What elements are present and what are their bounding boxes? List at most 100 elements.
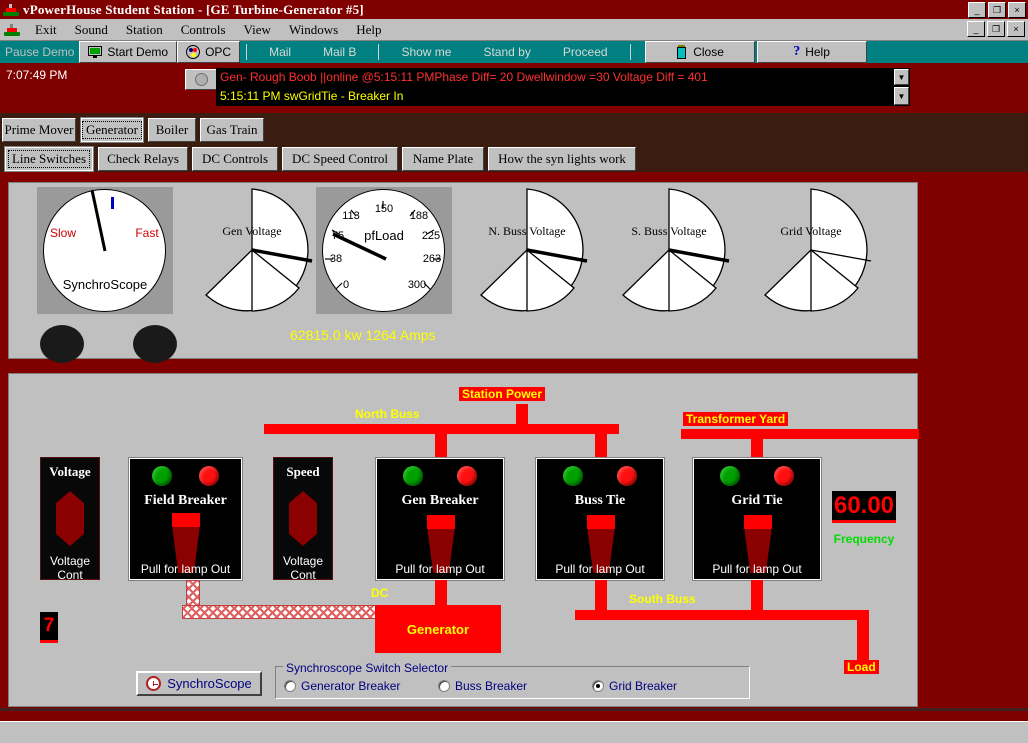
gauge-pfload[interactable]: 0 38 75 113 150 188 225 263 300 pfLoad [316,187,452,314]
frequency-label: Frequency [833,532,895,546]
help-button[interactable]: ? Help [756,41,867,63]
field-breaker-box[interactable]: Field Breaker Pull for lamp Out [128,457,243,581]
mdi-powerplant-icon[interactable] [4,23,20,37]
proceed-button[interactable]: Proceed [547,41,624,63]
buss-tie-green-led[interactable] [563,466,583,486]
minimize-icon[interactable]: _ [968,2,986,18]
stand-by-button[interactable]: Stand by [467,41,546,63]
buss-tie-label: Buss Tie [574,493,626,508]
gauge-grid-voltage[interactable]: Grid Voltage [748,187,874,313]
radio-grid-breaker-label: Grid Breaker [609,679,678,693]
field-breaker-foot: Pull for lamp Out [140,562,231,576]
gen-breaker-riser [435,432,447,460]
menu-item-windows[interactable]: Windows [280,20,347,40]
menu-item-view[interactable]: View [235,20,280,40]
gauge-n-buss-voltage[interactable]: N. Buss Voltage [464,187,590,313]
message-line-2[interactable]: 5:15:11 PM swGridTie - Breaker In ▼ [216,86,910,106]
buss-tie-riser [595,432,607,460]
tab-boiler[interactable]: Boiler [148,118,196,142]
panel-divider [0,708,1028,711]
voltage-control-box[interactable]: Voltage Voltage Cont [40,457,100,580]
tab-how-syn-lights-work[interactable]: How the syn lights work [488,147,636,171]
help-label: Help [805,45,830,59]
radio-generator-breaker-dot[interactable] [284,680,296,692]
start-demo-label: Start Demo [107,45,169,59]
buss-tie-foot: Pull for lamp Out [555,562,645,576]
gauge-synchroscope[interactable]: Slow Fast SynchroScope [37,187,173,314]
mdi-restore-icon[interactable]: ❐ [987,21,1005,37]
tab-dc-speed-control[interactable]: DC Speed Control [282,147,398,171]
menu-item-help[interactable]: Help [347,20,390,40]
station-power-label: Station Power [459,387,546,401]
tab-check-relays[interactable]: Check Relays [98,147,188,171]
opc-button[interactable]: OPC [177,41,241,63]
message-line-1[interactable]: Gen- Rough Boob ||online @5:15:11 PMPhas… [216,68,910,86]
start-demo-button[interactable]: Start Demo [79,41,178,63]
lamp-left[interactable] [40,325,84,363]
menu-item-station[interactable]: Station [117,20,172,40]
tab-gas-train[interactable]: Gas Train [200,118,264,142]
gauge-panel: Slow Fast SynchroScope Gen Voltage 0 38 … [8,182,918,363]
south-buss-riser-left [595,580,607,610]
powerplant-icon [3,3,19,17]
speed-control-foot: Voltage Cont [282,554,324,580]
mdi-minimize-icon[interactable]: _ [967,21,985,37]
mdi-close-icon[interactable]: × [1007,21,1025,37]
single-line-diagram-panel: Station Power North Buss Transformer Yar… [8,373,919,707]
close-icon[interactable]: × [1008,2,1026,18]
gen-breaker-green-led[interactable] [403,466,423,486]
pause-demo-button[interactable]: Pause Demo [0,42,79,62]
message-icon-button[interactable] [185,69,217,90]
transformer-yard-bar [681,429,919,439]
radio-buss-breaker[interactable]: Buss Breaker [438,679,527,693]
gauge-gen-voltage[interactable]: Gen Voltage [189,187,315,313]
south-buss-bar [575,610,862,620]
field-breaker-label: Field Breaker [144,493,227,508]
frequency-underline [832,520,896,523]
tab-dc-controls[interactable]: DC Controls [192,147,278,171]
tab-line-switches-label: Line Switches [7,150,90,168]
radio-generator-breaker[interactable]: Generator Breaker [284,679,400,693]
synchroscope-selector-title: Synchroscope Switch Selector [283,661,452,675]
restore-icon[interactable]: ❐ [988,2,1006,18]
generator-label: Generator [406,621,470,637]
tab-name-plate[interactable]: Name Plate [402,147,484,171]
field-breaker-red-led[interactable] [199,466,219,486]
grid-tie-red-led[interactable] [774,466,794,486]
synchroscope-title: SynchroScope [62,277,148,292]
field-breaker-green-led[interactable] [152,466,172,486]
grid-voltage-dial-icon [764,188,872,312]
grid-tie-foot: Pull for lamp Out [712,562,802,576]
radio-buss-breaker-dot[interactable] [438,680,450,692]
menu-item-controls[interactable]: Controls [172,20,235,40]
speed-knob[interactable] [289,491,317,546]
buss-tie-red-led[interactable] [617,466,637,486]
menu-item-exit[interactable]: Exit [26,20,66,40]
buss-tie-box[interactable]: Buss Tie Pull for lamp Out [535,457,665,581]
gen-breaker-box[interactable]: Gen Breaker Pull for lamp Out [375,457,505,581]
close-button[interactable]: Close [644,41,755,63]
voltage-knob[interactable] [56,491,84,546]
counter-underline [40,640,58,643]
speed-control-box[interactable]: Speed Voltage Cont [273,457,333,580]
lamp-right[interactable] [133,325,177,363]
tab-line-switches[interactable]: Line Switches [4,146,94,172]
mail-button[interactable]: Mail [253,41,307,63]
tab-generator[interactable]: Generator [80,117,144,143]
synchroscope-needle-icon [90,189,114,252]
message-1-dropdown-arrow[interactable]: ▼ [894,69,909,85]
gauge-s-buss-voltage[interactable]: S. Buss Voltage [606,187,732,313]
menu-item-sound[interactable]: Sound [66,20,117,40]
clock-icon [146,676,162,691]
mail-b-button[interactable]: Mail B [307,41,372,63]
n-buss-voltage-dial-icon [480,188,588,312]
grid-tie-green-led[interactable] [720,466,740,486]
tab-prime-mover[interactable]: Prime Mover [2,118,76,142]
gen-breaker-red-led[interactable] [457,466,477,486]
grid-tie-box[interactable]: Grid Tie Pull for lamp Out [692,457,822,581]
radio-grid-breaker-dot[interactable] [592,680,604,692]
synchroscope-button[interactable]: SynchroScope [136,671,262,696]
message-2-dropdown-arrow[interactable]: ▼ [894,87,909,105]
show-me-button[interactable]: Show me [385,41,467,63]
radio-grid-breaker[interactable]: Grid Breaker [592,679,677,693]
